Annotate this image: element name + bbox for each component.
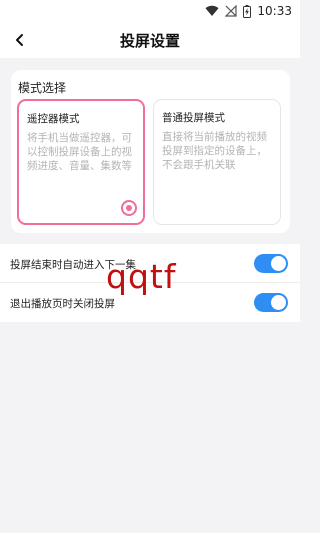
option-description: 将手机当做遥控器，可以控制投屏设备上的视频进度、音量、集数等 — [27, 132, 132, 172]
status-time: 10:33 — [257, 4, 292, 18]
normal-cast-mode-option[interactable]: 普通投屏模式 直接将当前播放的视频投屏到指定的设备上，不会跟手机关联 — [153, 99, 281, 225]
auto-next-episode-toggle[interactable] — [254, 254, 288, 273]
toggle-knob — [271, 295, 286, 310]
mode-section-title: 模式选择 — [18, 81, 67, 95]
no-signal-icon — [225, 5, 238, 17]
app-header: 投屏设置 — [0, 22, 300, 58]
status-bar: 10:33 — [0, 0, 300, 22]
wifi-icon — [205, 5, 219, 17]
option-title: 遥控器模式 — [27, 113, 80, 125]
page-title: 投屏设置 — [119, 32, 180, 50]
option-description: 直接将当前播放的视频投屏到指定的设备上，不会跟手机关联 — [162, 131, 267, 171]
overlay-watermark-text: qqtf — [106, 257, 177, 296]
setting-label: 退出播放页时关闭投屏 — [10, 298, 115, 310]
toggle-knob — [271, 256, 286, 271]
radio-selected-icon[interactable] — [121, 200, 137, 216]
battery-charging-icon — [243, 4, 252, 18]
status-icons: 10:33 — [205, 3, 292, 19]
remote-control-mode-option[interactable]: 遥控器模式 将手机当做遥控器，可以控制投屏设备上的视频进度、音量、集数等 — [17, 99, 145, 225]
close-cast-on-exit-toggle[interactable] — [254, 293, 288, 312]
option-title: 普通投屏模式 — [162, 112, 225, 124]
mode-selection-card: 模式选择 遥控器模式 将手机当做遥控器，可以控制投屏设备上的视频进度、音量、集数… — [11, 70, 290, 233]
